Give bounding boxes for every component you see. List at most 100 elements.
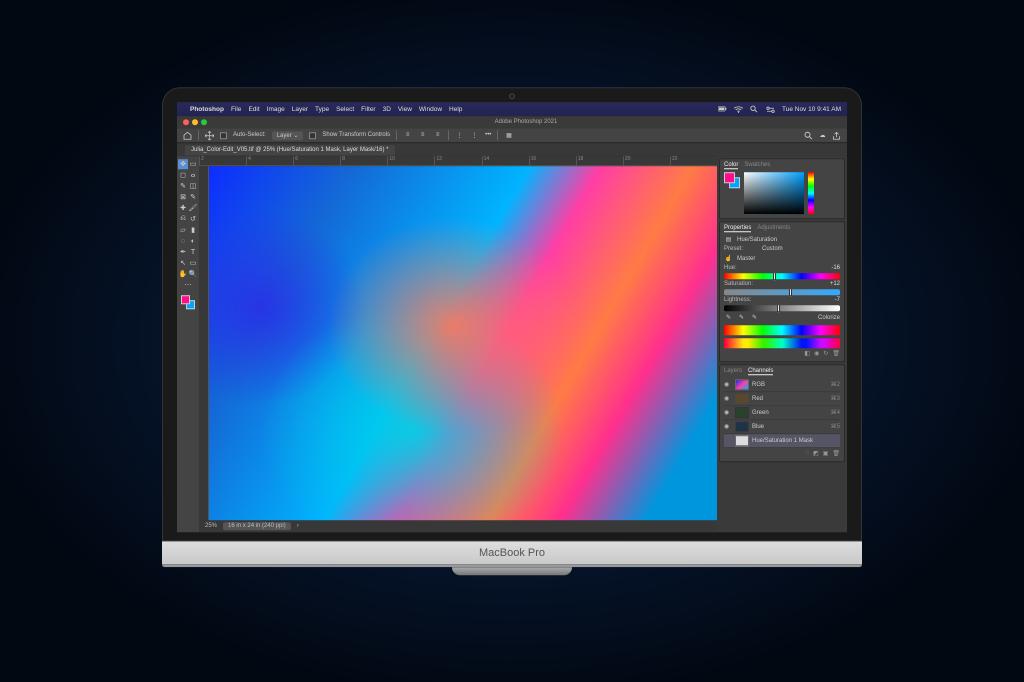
minimize-button[interactable]	[192, 119, 198, 125]
hue-slider[interactable]	[724, 273, 840, 279]
zoom-tool[interactable]: 🔍	[188, 269, 198, 279]
visibility-icon[interactable]: ◉	[724, 409, 732, 416]
app-name[interactable]: Photoshop	[190, 106, 224, 113]
menu-filter[interactable]: Filter	[361, 106, 375, 113]
move-tool-icon[interactable]	[205, 131, 214, 140]
color-field[interactable]	[744, 172, 804, 214]
lasso-tool[interactable]: ⴰ	[188, 170, 198, 180]
document-tab[interactable]: Julia_Color-Edit_V05.tif @ 25% (Hue/Satu…	[185, 145, 395, 155]
color-swatches[interactable]	[181, 295, 195, 309]
menu-window[interactable]: Window	[419, 106, 442, 113]
search-icon[interactable]	[804, 131, 813, 140]
clip-icon[interactable]: ◧	[804, 350, 810, 357]
tab-color[interactable]: Color	[724, 162, 738, 169]
show-transform-checkbox[interactable]	[309, 132, 316, 139]
visibility-icon[interactable]: ◉	[724, 381, 732, 388]
dodge-tool[interactable]: ◐	[188, 236, 198, 246]
blur-tool[interactable]: ◌	[178, 236, 188, 246]
preset-dropdown[interactable]: Custom	[762, 246, 840, 252]
zoom-level[interactable]: 25%	[205, 523, 217, 529]
align-icon[interactable]: ≡	[418, 131, 427, 140]
ruler-horizontal[interactable]: 246810121416182022	[199, 156, 717, 166]
channel-row[interactable]: Hue/Saturation 1 Mask	[724, 434, 840, 448]
wifi-icon[interactable]	[734, 105, 743, 114]
battery-icon[interactable]	[718, 105, 727, 114]
eye-icon[interactable]: ◉	[814, 350, 819, 357]
home-icon[interactable]	[183, 131, 192, 140]
auto-select-checkbox[interactable]	[220, 132, 227, 139]
path-tool[interactable]: ↖	[178, 258, 188, 268]
menu-type[interactable]: Type	[315, 106, 329, 113]
control-center-icon[interactable]	[766, 105, 775, 114]
ruler-vertical[interactable]	[199, 166, 209, 520]
close-button[interactable]	[183, 119, 189, 125]
menu-edit[interactable]: Edit	[248, 106, 259, 113]
pen-tool[interactable]: ✒	[178, 247, 188, 257]
channel-row[interactable]: ◉Red⌘3	[724, 392, 840, 406]
canvas[interactable]	[209, 166, 717, 520]
history-brush-tool[interactable]: ↺	[188, 214, 198, 224]
channel-row[interactable]: ◉Green⌘4	[724, 406, 840, 420]
finger-icon[interactable]: ☝	[724, 254, 733, 263]
eyedropper-plus-icon[interactable]: ✎	[737, 313, 746, 322]
menu-layer[interactable]: Layer	[292, 106, 308, 113]
share-icon[interactable]	[832, 131, 841, 140]
trash-icon[interactable]: 🗑	[832, 450, 840, 457]
trash-icon[interactable]: 🗑	[832, 350, 840, 357]
light-value[interactable]: -7	[835, 297, 840, 303]
shape-tool[interactable]: ▭	[188, 258, 198, 268]
eraser-tool[interactable]: ▱	[178, 225, 188, 235]
fg-bg-swatch[interactable]	[724, 172, 740, 188]
healing-tool[interactable]: ✚	[178, 203, 188, 213]
reset-icon[interactable]: ↻	[823, 350, 828, 357]
brush-tool[interactable]: 🖌	[188, 203, 198, 213]
tab-adjustments[interactable]: Adjustments	[757, 225, 790, 232]
tab-properties[interactable]: Properties	[724, 225, 751, 232]
menu-view[interactable]: View	[398, 106, 412, 113]
auto-select-dropdown[interactable]: Layer ⌄	[272, 131, 304, 140]
doc-info[interactable]: 16 in x 24 in (240 ppi)	[223, 522, 291, 530]
search-icon[interactable]	[750, 105, 759, 114]
status-chevron[interactable]: ›	[297, 523, 299, 529]
menu-file[interactable]: File	[231, 106, 241, 113]
load-selection-icon[interactable]: ◌	[805, 450, 809, 457]
menu-3d[interactable]: 3D	[383, 106, 391, 113]
eyedropper-tool[interactable]: ✎	[188, 192, 198, 202]
type-tool[interactable]: T	[188, 247, 198, 257]
gradient-tool[interactable]: ▮	[188, 225, 198, 235]
marquee-tool[interactable]: ◻	[178, 170, 188, 180]
visibility-icon[interactable]: ◉	[724, 395, 732, 402]
menubar-datetime[interactable]: Tue Nov 10 9:41 AM	[782, 106, 841, 113]
zoom-button[interactable]	[201, 119, 207, 125]
move-tool[interactable]: ✥	[178, 159, 188, 169]
hue-value[interactable]: -16	[831, 265, 840, 271]
crop-tool[interactable]: ◫	[188, 181, 198, 191]
channel-row[interactable]: ◉RGB⌘2	[724, 378, 840, 392]
distribute-icon[interactable]: ⋮	[470, 131, 479, 140]
3d-mode-icon[interactable]: ▦	[504, 131, 513, 140]
channel-dropdown[interactable]: Master	[737, 256, 840, 262]
distribute-icon[interactable]: ⋮	[455, 131, 464, 140]
quick-select-tool[interactable]: ✎	[178, 181, 188, 191]
menu-select[interactable]: Select	[336, 106, 354, 113]
clone-tool[interactable]: ⎌	[178, 214, 188, 224]
sat-value[interactable]: +12	[830, 281, 840, 287]
edit-toolbar[interactable]: ⋯	[183, 280, 193, 290]
hue-strip[interactable]	[808, 172, 814, 214]
tab-channels[interactable]: Channels	[748, 368, 773, 375]
eyedropper-minus-icon[interactable]: ✎	[750, 313, 759, 322]
eyedropper-icon[interactable]: ✎	[724, 313, 733, 322]
artboard-tool[interactable]: ▭	[188, 159, 198, 169]
tab-layers[interactable]: Layers	[724, 368, 742, 375]
frame-tool[interactable]: ⊠	[178, 192, 188, 202]
new-channel-icon[interactable]: ▣	[823, 450, 829, 457]
save-selection-icon[interactable]: ◩	[813, 450, 819, 457]
sat-slider[interactable]	[724, 289, 840, 295]
menu-help[interactable]: Help	[449, 106, 462, 113]
align-icon[interactable]: ≡	[403, 131, 412, 140]
hand-tool[interactable]: ✋	[178, 269, 188, 279]
tab-swatches[interactable]: Swatches	[744, 162, 770, 169]
visibility-icon[interactable]: ◉	[724, 423, 732, 430]
align-icon[interactable]: ≡	[433, 131, 442, 140]
cloud-docs-icon[interactable]: ☁	[818, 131, 827, 140]
